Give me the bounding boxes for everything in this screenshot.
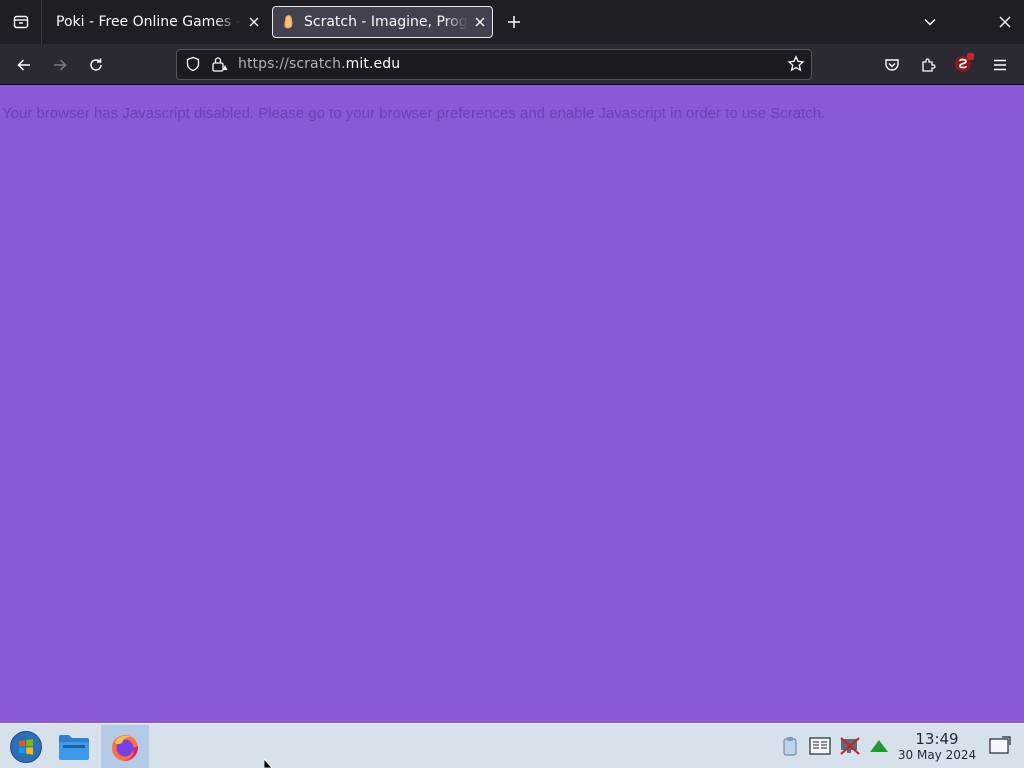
- clock[interactable]: 13:49 30 May 2024: [896, 730, 978, 763]
- tab-close-button[interactable]: [242, 10, 266, 34]
- firefox-icon: [112, 734, 138, 761]
- back-button[interactable]: [11, 52, 37, 78]
- chevron-down-icon: [924, 18, 936, 26]
- star-icon: [787, 55, 805, 72]
- tab-close-button[interactable]: [468, 10, 492, 34]
- tab-strip: Poki - Free Online Games - Play Now! Scr…: [0, 0, 1024, 44]
- bookmark-button[interactable]: [787, 55, 805, 77]
- firefox-view-icon: [13, 15, 28, 29]
- clock-date: 30 May 2024: [897, 748, 977, 762]
- network-disconnected-icon: [840, 737, 860, 755]
- tray-network-disconnected[interactable]: [839, 735, 861, 757]
- page-content: Your browser has Javascript disabled. Pl…: [0, 85, 1024, 723]
- tab-title: Poki - Free Online Games - Play Now!: [56, 14, 242, 30]
- tracking-protection-button[interactable]: [185, 56, 201, 76]
- tab-title: Scratch - Imagine, Program, Share: [304, 14, 468, 30]
- tray-updates[interactable]: [868, 735, 890, 757]
- extensions-button[interactable]: [915, 52, 941, 78]
- navigation-toolbar: https://scratch.mit.edu: [0, 44, 1024, 85]
- tab-poki[interactable]: Poki - Free Online Games - Play Now!: [46, 6, 266, 38]
- ublock-extension-button[interactable]: [953, 52, 975, 74]
- puzzle-icon: [922, 58, 936, 72]
- shield-icon: [186, 56, 200, 72]
- url-text[interactable]: https://scratch.mit.edu: [238, 56, 400, 72]
- forward-button[interactable]: [47, 52, 73, 78]
- tray-show-desktop[interactable]: [989, 735, 1011, 757]
- list-all-tabs-button[interactable]: [918, 10, 942, 34]
- firefox-view-button[interactable]: [0, 0, 42, 44]
- url-prefix: https://scratch.: [238, 56, 346, 72]
- start-menu-button[interactable]: [2, 725, 50, 768]
- taskbar-file-manager[interactable]: [50, 725, 98, 768]
- hamburger-menu-icon: [994, 59, 1006, 71]
- javascript-disabled-message: Your browser has Javascript disabled. Pl…: [2, 105, 826, 122]
- pocket-button[interactable]: [879, 52, 905, 78]
- start-orb-icon: [10, 730, 42, 763]
- close-icon: [475, 17, 485, 27]
- clipboard-icon: [783, 737, 797, 756]
- reload-icon: [90, 58, 102, 71]
- folder-icon: [59, 734, 89, 760]
- lock-icon: [212, 57, 228, 72]
- tray-clipboard[interactable]: [779, 735, 801, 757]
- window-close-button[interactable]: [993, 10, 1017, 34]
- address-bar[interactable]: https://scratch.mit.edu: [176, 49, 812, 80]
- new-tab-button[interactable]: [502, 10, 526, 34]
- site-info-button[interactable]: [211, 56, 229, 76]
- taskbar: 13:49 30 May 2024: [0, 723, 1024, 768]
- ublock-shield-icon: [955, 53, 974, 72]
- desktop-icon: [989, 736, 1011, 754]
- close-icon: [999, 16, 1011, 28]
- app-menu-button[interactable]: [987, 52, 1013, 78]
- taskbar-firefox[interactable]: [101, 725, 149, 768]
- scratch-favicon-icon: [284, 15, 293, 29]
- tab-scratch[interactable]: Scratch - Imagine, Program, Share: [272, 6, 493, 38]
- arrow-left-icon: [17, 59, 30, 71]
- arrow-right-icon: [54, 59, 67, 71]
- plus-icon: [508, 16, 520, 28]
- notes-icon: [809, 737, 831, 755]
- arrow-up-icon: [870, 740, 888, 752]
- pocket-icon: [885, 59, 899, 71]
- close-icon: [249, 17, 259, 27]
- mouse-cursor-icon: [264, 759, 273, 768]
- tray-notes[interactable]: [809, 735, 831, 757]
- clock-time: 13:49: [915, 730, 959, 748]
- reload-button[interactable]: [83, 52, 109, 78]
- url-domain: mit.edu: [345, 56, 401, 72]
